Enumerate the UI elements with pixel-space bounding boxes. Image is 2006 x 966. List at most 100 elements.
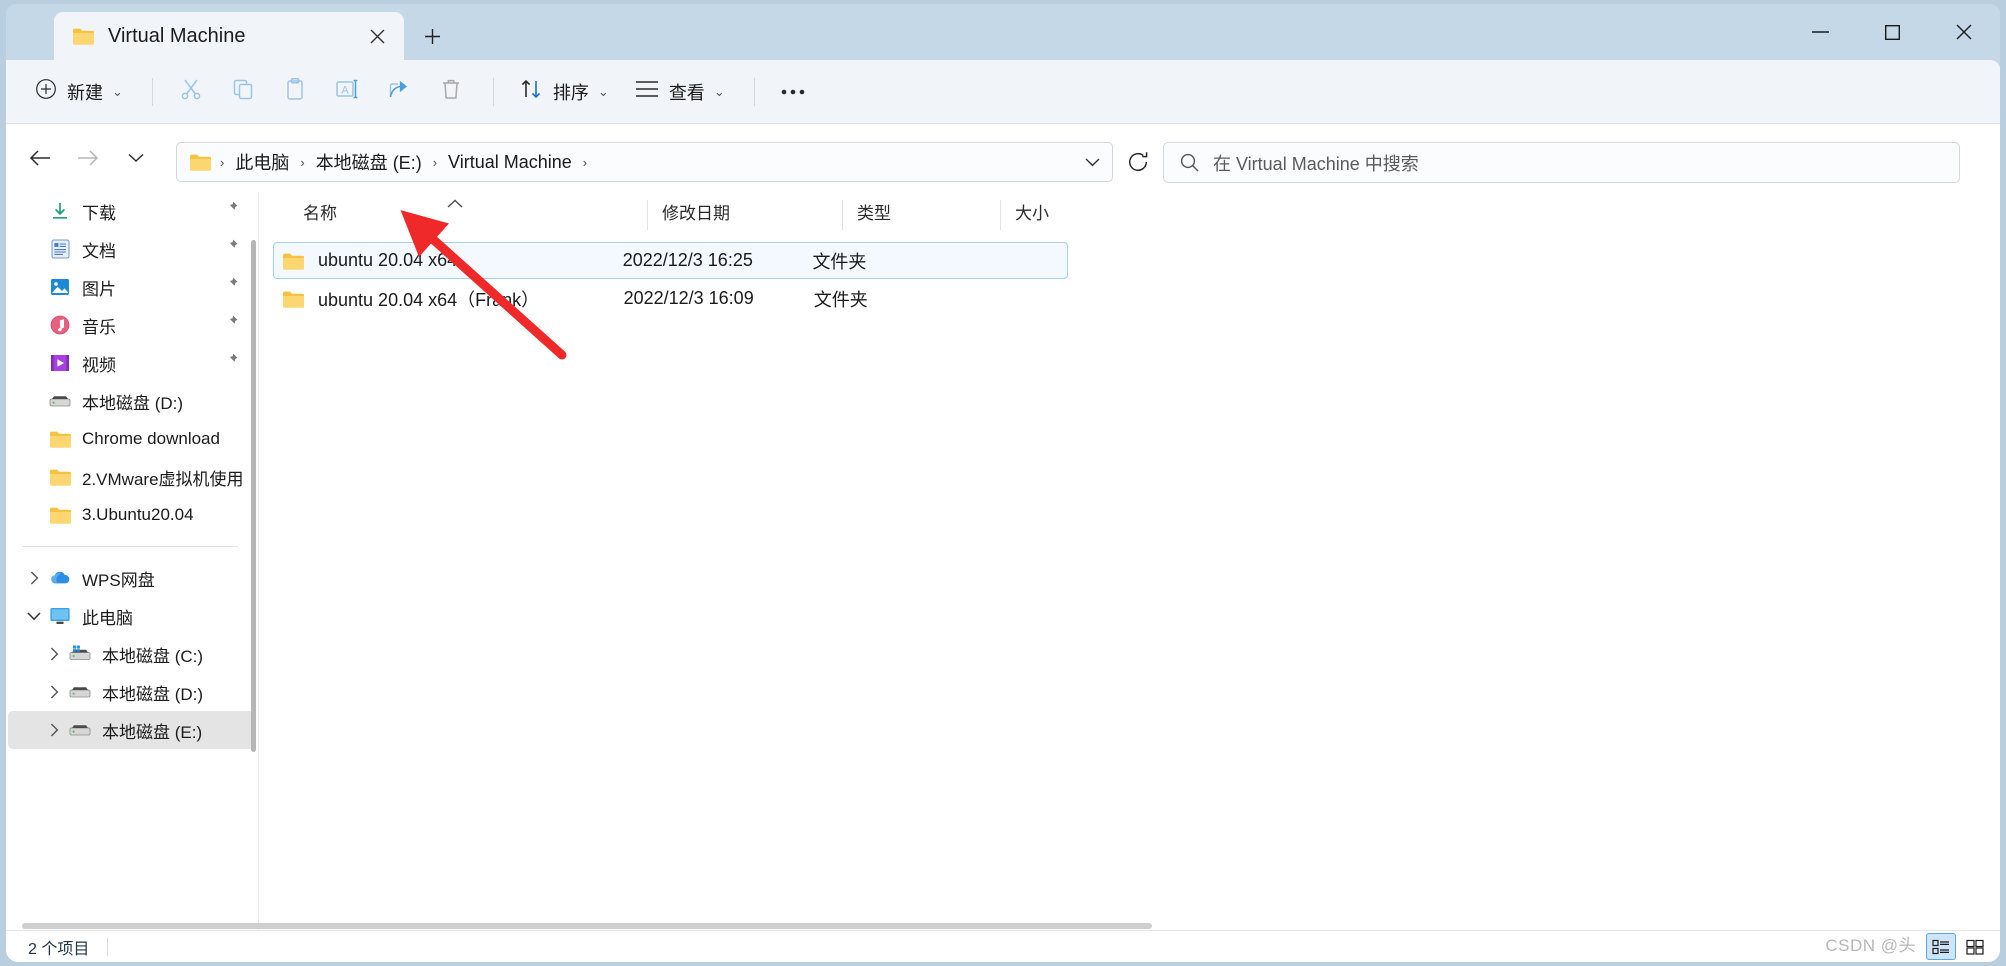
sidebar-item-local-disk-c[interactable]: 本地磁盘 (C:) <box>8 635 256 673</box>
address-bar[interactable]: › 此电脑 › 本地磁盘 (E:) › Virtual Machine › <box>176 142 1113 182</box>
minimize-button[interactable] <box>1784 4 1856 60</box>
back-button[interactable] <box>20 138 60 178</box>
delete-button[interactable] <box>427 70 475 114</box>
chevron-right-icon[interactable] <box>42 723 66 737</box>
chevron-right-icon[interactable] <box>22 571 46 585</box>
column-header-label: 修改日期 <box>662 203 730 223</box>
sidebar-scrollbar[interactable] <box>251 240 256 752</box>
file-date-cell: 2022/12/3 16:25 <box>622 250 753 270</box>
folder-icon <box>72 27 94 45</box>
paste-button[interactable] <box>271 70 319 114</box>
close-window-button[interactable] <box>1928 4 2000 60</box>
sidebar-item-documents[interactable]: 文档 <box>8 230 256 268</box>
file-explorer-window: Virtual Machine 新建 ⌄ A 排序 ⌄ 查看 ⌄ › 此电脑 ›… <box>6 4 2000 962</box>
navigation-pane: 下载 文档 图片 音乐 视频 本地磁盘 (D:) Chrome download… <box>6 192 258 930</box>
pin-icon[interactable] <box>224 201 238 221</box>
cut-button[interactable] <box>167 70 215 114</box>
sidebar-item-label: 图片 <box>82 279 116 299</box>
folder-icon <box>46 430 74 448</box>
tab-virtual-machine[interactable]: Virtual Machine <box>54 12 404 60</box>
breadcrumb-separator: › <box>582 154 588 170</box>
rename-button[interactable]: A <box>323 70 371 114</box>
copy-button[interactable] <box>219 70 267 114</box>
sidebar-item-local-disk-d-pc[interactable]: 本地磁盘 (D:) <box>8 673 256 711</box>
view-button-label: 查看 <box>668 82 705 103</box>
table-row[interactable]: ubuntu 20.04 x64 2022/12/3 16:25 文件夹 <box>273 242 1068 279</box>
more-options-button[interactable] <box>769 70 817 114</box>
forward-button[interactable] <box>68 138 108 178</box>
new-tab-button[interactable] <box>414 18 450 54</box>
breadcrumb-item-virtual-machine[interactable]: Virtual Machine <box>442 148 578 177</box>
sidebar-item-label: 视频 <box>82 355 116 375</box>
cloud-icon <box>46 570 74 586</box>
sidebar-item-local-disk-d[interactable]: 本地磁盘 (D:) <box>8 382 256 420</box>
breadcrumb-item-this-pc[interactable]: 此电脑 <box>229 145 295 179</box>
sidebar-item-label: 2.VMware虚拟机使用 <box>82 469 244 489</box>
explorer-body: 新建 ⌄ A 排序 ⌄ 查看 ⌄ › 此电脑 › 本地磁盘 (E:) › Vir… <box>6 60 2000 962</box>
details-view-button[interactable] <box>1926 933 1956 960</box>
file-name-cell: ubuntu 20.04 x64 <box>282 250 623 271</box>
share-button[interactable] <box>375 70 423 114</box>
large-icons-view-button[interactable] <box>1960 933 1990 960</box>
column-header-type[interactable]: 类型 <box>842 200 1000 230</box>
refresh-button[interactable] <box>1116 142 1160 182</box>
chevron-right-icon[interactable] <box>42 685 66 699</box>
sidebar-item-wps-cloud[interactable]: WPS网盘 <box>8 559 256 597</box>
sidebar-item-pictures[interactable]: 图片 <box>8 268 256 306</box>
sort-arrows-icon <box>519 77 543 106</box>
search-icon <box>1180 153 1199 172</box>
divider <box>22 546 238 547</box>
divider <box>151 77 153 106</box>
new-button[interactable]: 新建 ⌄ <box>24 70 134 114</box>
table-row[interactable]: ubuntu 20.04 x64（Frank） 2022/12/3 16:09 … <box>274 280 1069 317</box>
recent-locations-button[interactable] <box>116 138 156 178</box>
maximize-button[interactable] <box>1856 4 1928 60</box>
breadcrumb: › 此电脑 › 本地磁盘 (E:) › Virtual Machine › <box>189 145 1072 179</box>
pin-icon[interactable] <box>224 353 238 373</box>
pin-icon[interactable] <box>224 239 238 259</box>
column-header-date[interactable]: 修改日期 <box>647 200 842 230</box>
column-header-name[interactable]: 名称 <box>281 200 647 230</box>
navigation-bar: › 此电脑 › 本地磁盘 (E:) › Virtual Machine › 在 … <box>6 124 2000 192</box>
status-bar: 2 个项目 CSDN @头 <box>6 930 2000 962</box>
close-icon[interactable] <box>360 19 394 53</box>
sort-button[interactable]: 排序 ⌄ <box>508 70 620 114</box>
view-button[interactable]: 查看 ⌄ <box>624 70 736 114</box>
window-controls <box>1784 4 2000 60</box>
sidebar-item-downloads[interactable]: 下载 <box>8 192 256 230</box>
sidebar-item-vmware[interactable]: 2.VMware虚拟机使用 <box>8 458 256 496</box>
folder-icon <box>282 290 304 308</box>
file-name-label: ubuntu 20.04 x64 <box>318 250 458 270</box>
sidebar-item-music[interactable]: 音乐 <box>8 306 256 344</box>
tab-title: Virtual Machine <box>108 24 246 47</box>
copy-icon <box>231 77 255 106</box>
sidebar-item-local-disk-e[interactable]: 本地磁盘 (E:) <box>8 711 256 749</box>
address-dropdown-button[interactable] <box>1072 143 1112 181</box>
breadcrumb-separator: › <box>220 154 225 170</box>
sidebar-item-label: 本地磁盘 (D:) <box>102 684 204 704</box>
column-header-label: 类型 <box>857 203 891 223</box>
chevron-right-icon[interactable] <box>42 647 66 661</box>
documents-icon <box>46 239 74 259</box>
sidebar-item-label: WPS网盘 <box>82 570 155 590</box>
search-input[interactable]: 在 Virtual Machine 中搜索 <box>1163 142 1960 183</box>
horizontal-scrollbar[interactable] <box>22 923 1152 929</box>
breadcrumb-item-drive-e[interactable]: 本地磁盘 (E:) <box>310 145 428 179</box>
new-button-label: 新建 <box>67 82 103 103</box>
sidebar-item-this-pc[interactable]: 此电脑 <box>8 597 256 635</box>
breadcrumb-separator: › <box>432 154 438 170</box>
pin-icon[interactable] <box>224 277 238 297</box>
sidebar-item-videos[interactable]: 视频 <box>8 344 256 382</box>
folder-icon <box>189 153 211 171</box>
chevron-down-icon: ⌄ <box>597 83 609 99</box>
pin-icon[interactable] <box>224 315 238 335</box>
chevron-down-icon[interactable] <box>22 611 46 621</box>
sort-button-label: 排序 <box>552 82 589 103</box>
file-date-cell: 2022/12/3 16:09 <box>623 288 754 308</box>
sidebar-item-label: 音乐 <box>82 317 116 337</box>
sidebar-item-ubuntu2004[interactable]: 3.Ubuntu20.04 <box>8 496 256 534</box>
download-icon <box>46 201 74 221</box>
sidebar-item-chrome-download[interactable]: Chrome download <box>8 420 256 458</box>
command-bar: 新建 ⌄ A 排序 ⌄ 查看 ⌄ <box>6 60 2000 124</box>
column-header-size[interactable]: 大小 <box>1000 200 1105 230</box>
